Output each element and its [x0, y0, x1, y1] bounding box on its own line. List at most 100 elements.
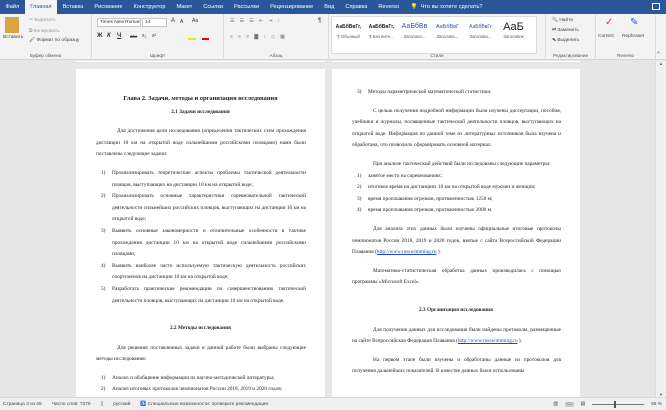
- style-sample: АаБбВвГ: [435, 24, 460, 30]
- style-sample: АаБбВвГг,: [368, 24, 395, 30]
- list-number: 4): [101, 262, 106, 269]
- change-case-button[interactable]: Aa: [192, 18, 198, 24]
- superscript-button[interactable]: x²: [152, 33, 156, 39]
- accessibility-text: Специальные возможности: проверьте реком…: [147, 401, 269, 407]
- bold-button[interactable]: Ж: [97, 33, 102, 39]
- style-name: Заголово...: [469, 34, 492, 39]
- read-mode-icon[interactable]: ▥: [553, 402, 558, 407]
- list-number: 1): [101, 374, 106, 381]
- paste-button[interactable]: Вставить: [3, 35, 23, 40]
- tab-insert[interactable]: Вставка: [57, 0, 89, 14]
- print-layout-icon[interactable]: ▭: [564, 401, 574, 407]
- list-item: 1) Проанализировать теоретические аспекты…: [76, 168, 325, 191]
- styles-label: Стили: [430, 53, 444, 58]
- select-button[interactable]: ⬉ Выделить: [552, 38, 580, 43]
- shrink-font-button[interactable]: A: [180, 19, 183, 25]
- tab-layout[interactable]: Макет: [171, 0, 198, 14]
- list-item: 2) Проанализировать основные характеристи…: [76, 191, 325, 226]
- list-number: 1): [101, 169, 106, 176]
- list-text: Выявить основные закономерности и отличи…: [112, 227, 306, 258]
- cut-label: Вырезать: [34, 18, 56, 23]
- comments-icon[interactable]: [652, 3, 660, 10]
- list-text: Проанализировать основные характеристики…: [112, 193, 306, 223]
- tab-review[interactable]: Рецензирование: [265, 0, 319, 14]
- paste-icon: [5, 17, 19, 33]
- find-button[interactable]: 🔍 Найти: [552, 18, 573, 23]
- underline-button[interactable]: Ч: [117, 33, 121, 39]
- tab-references[interactable]: Ссылки: [198, 0, 229, 14]
- highlight-icon[interactable]: [188, 34, 196, 40]
- list-text: Разработать практические рекомендации по…: [112, 285, 306, 304]
- strikethrough-button[interactable]: abc: [130, 34, 137, 39]
- style-title[interactable]: АаБ Заголовок: [497, 17, 530, 53]
- russwimming-link[interactable]: http://www.russwimming.ru: [377, 249, 437, 255]
- list-text: Анализ и обобщение информации из научно-…: [112, 374, 275, 381]
- font-name-select[interactable]: Times New Roman: [97, 18, 141, 27]
- style-sample: АаБбВвГг: [469, 24, 492, 30]
- proofing-icon[interactable]: ▯: [101, 402, 104, 407]
- style-name: Заголовок: [503, 34, 524, 39]
- copy-button[interactable]: ⧉ Копировать: [29, 28, 60, 34]
- tab-view[interactable]: Вид: [319, 0, 340, 14]
- tab-mailings[interactable]: Рассылки: [228, 0, 264, 14]
- style-heading2[interactable]: АаБбВвГ Заголово...: [431, 17, 464, 53]
- russwimming-link[interactable]: http://www.russwimming.ru: [458, 338, 518, 344]
- correct-button[interactable]: Correct: [598, 34, 614, 39]
- list-text: Анализ итоговых протоколов чемпионатов Р…: [112, 386, 283, 393]
- list-text: Выявить наиболее часто используемую такт…: [112, 262, 306, 281]
- tab-file[interactable]: Файл: [0, 0, 25, 14]
- font-size-select[interactable]: 14: [142, 18, 167, 27]
- paragraph: На первом этапе были изучены и обработан…: [352, 356, 561, 375]
- tell-me-box[interactable]: 💡 Что вы хотите сделать?: [411, 4, 483, 10]
- list-item: 3) время проплывания отрезков, протяженно…: [332, 194, 580, 206]
- accessibility-status[interactable]: ♿ Специальные возможности: проверьте рек…: [140, 402, 268, 407]
- page-left[interactable]: Глава 2. Задачи, методы и организация ис…: [76, 69, 325, 397]
- page-count[interactable]: Страница 3 из 45: [3, 402, 42, 407]
- alignment-buttons[interactable]: ≡ ≡ ≡ ▇ ↕ ◇ ▦: [230, 35, 287, 40]
- paragraph: С целью получения подробной информации б…: [352, 107, 561, 149]
- font-color-icon[interactable]: [202, 34, 209, 40]
- italic-button[interactable]: К: [107, 33, 111, 39]
- pilcrow-button[interactable]: ¶: [318, 18, 321, 24]
- tab-home[interactable]: Главная: [24, 0, 58, 14]
- paragraph: Для анализа этих данных были изучены офи…: [332, 224, 580, 259]
- style-normal[interactable]: АаБбВвГг, ¶ Обычный: [332, 17, 365, 53]
- language[interactable]: русский: [113, 402, 130, 407]
- collapse-ribbon-icon[interactable]: ˄: [657, 51, 660, 56]
- page-right[interactable]: 3) Методы параметрической математической …: [332, 69, 580, 397]
- style-name: ¶ Обычный: [337, 34, 360, 39]
- chapter-title: Глава 2. Задачи, методы и организация ис…: [123, 95, 278, 102]
- vertical-scrollbar[interactable]: ▲ ▼: [655, 61, 666, 397]
- tab-draw[interactable]: Рисование: [89, 0, 128, 14]
- list-item: 1) Анализ и обобщение информации из научн…: [76, 373, 325, 385]
- replace-button[interactable]: ⇄ Заменить: [552, 28, 579, 33]
- list-item: 3) Выявить основные закономерности и отли…: [76, 226, 325, 261]
- format-painter-button[interactable]: 🖌 Формат по образцу: [29, 38, 79, 43]
- cut-button[interactable]: ✂ Вырезать: [29, 18, 56, 23]
- web-layout-icon[interactable]: ▤: [581, 402, 586, 407]
- list-item: 5) Разработать практические рекомендации …: [76, 284, 325, 307]
- rephraser-icon: ✎: [630, 17, 639, 28]
- grow-font-button[interactable]: A: [171, 18, 175, 24]
- tab-design[interactable]: Конструктор: [128, 0, 171, 14]
- zoom-slider[interactable]: [592, 400, 645, 408]
- tab-reverso[interactable]: Reverso: [373, 0, 405, 14]
- scroll-up-icon[interactable]: ▲: [656, 61, 666, 66]
- list-buttons[interactable]: ☰ ☰ ☰ ⇤ ⇥ ↕: [230, 19, 282, 24]
- tab-help[interactable]: Справка: [340, 0, 373, 14]
- rephraser-button[interactable]: Rephraser: [622, 34, 644, 39]
- lightbulb-icon: 💡: [410, 4, 418, 10]
- zoom-level[interactable]: 68 %: [651, 402, 662, 407]
- style-heading3[interactable]: АаБбВвГг Заголово...: [464, 17, 497, 53]
- subscript-button[interactable]: x₂: [142, 33, 146, 39]
- list-number: 2): [101, 386, 106, 393]
- style-name: Заголово...: [436, 34, 459, 39]
- style-no-spacing[interactable]: АаБбВвГг, ¶ Без инте...: [365, 17, 398, 53]
- list-number: 4): [357, 207, 362, 214]
- clipboard-label: Буфер обмена: [29, 53, 62, 58]
- previous-page-edge: [332, 61, 580, 62]
- style-heading1[interactable]: АаБбВв Заголово...: [398, 17, 431, 53]
- section-heading: 2.1 Задачи исследования: [171, 108, 230, 115]
- word-count[interactable]: Число слов: 7379: [52, 402, 91, 407]
- list-text: Проанализировать теоретические аспекты п…: [112, 169, 306, 188]
